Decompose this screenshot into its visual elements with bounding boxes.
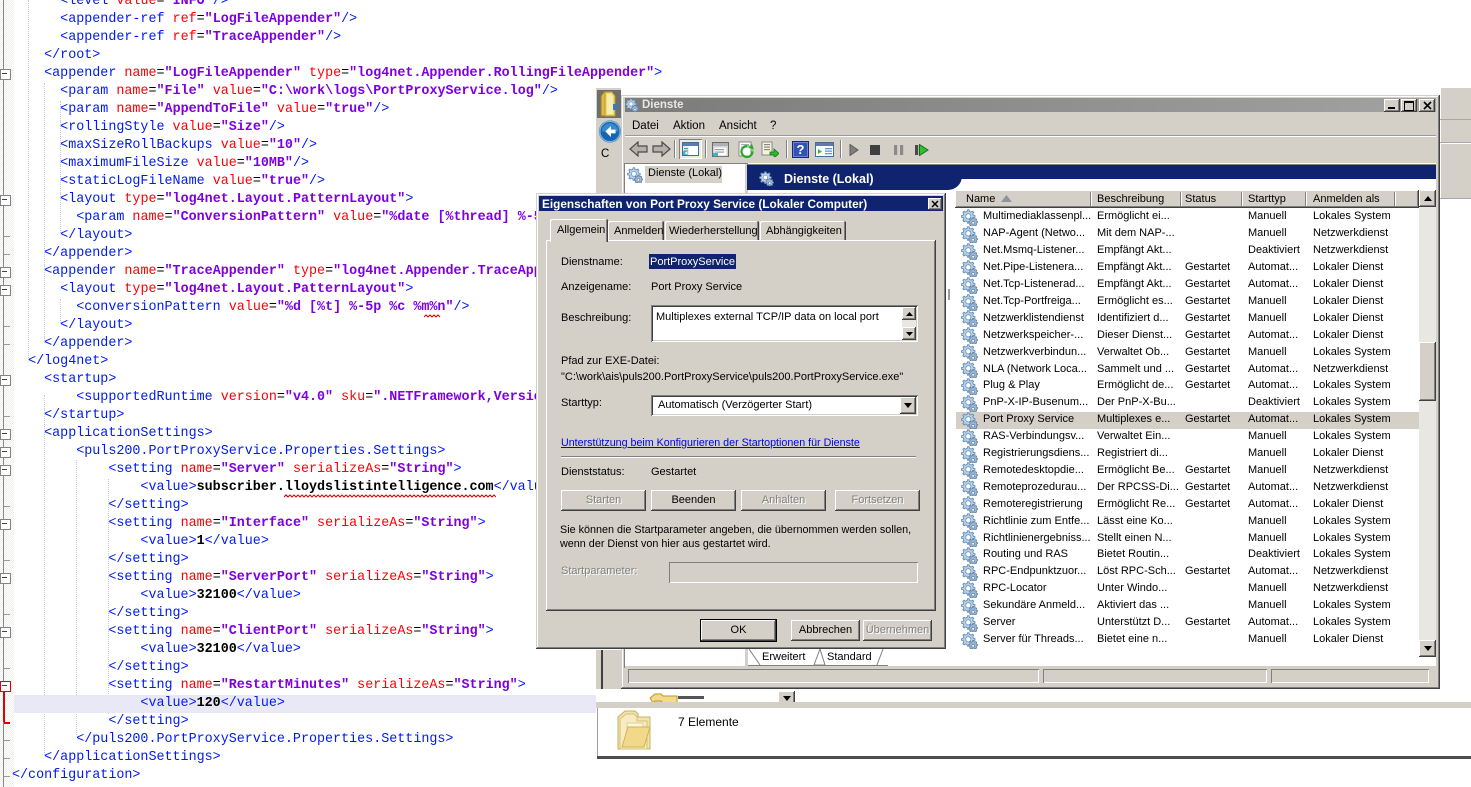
svg-text:?: ? [797, 142, 805, 157]
